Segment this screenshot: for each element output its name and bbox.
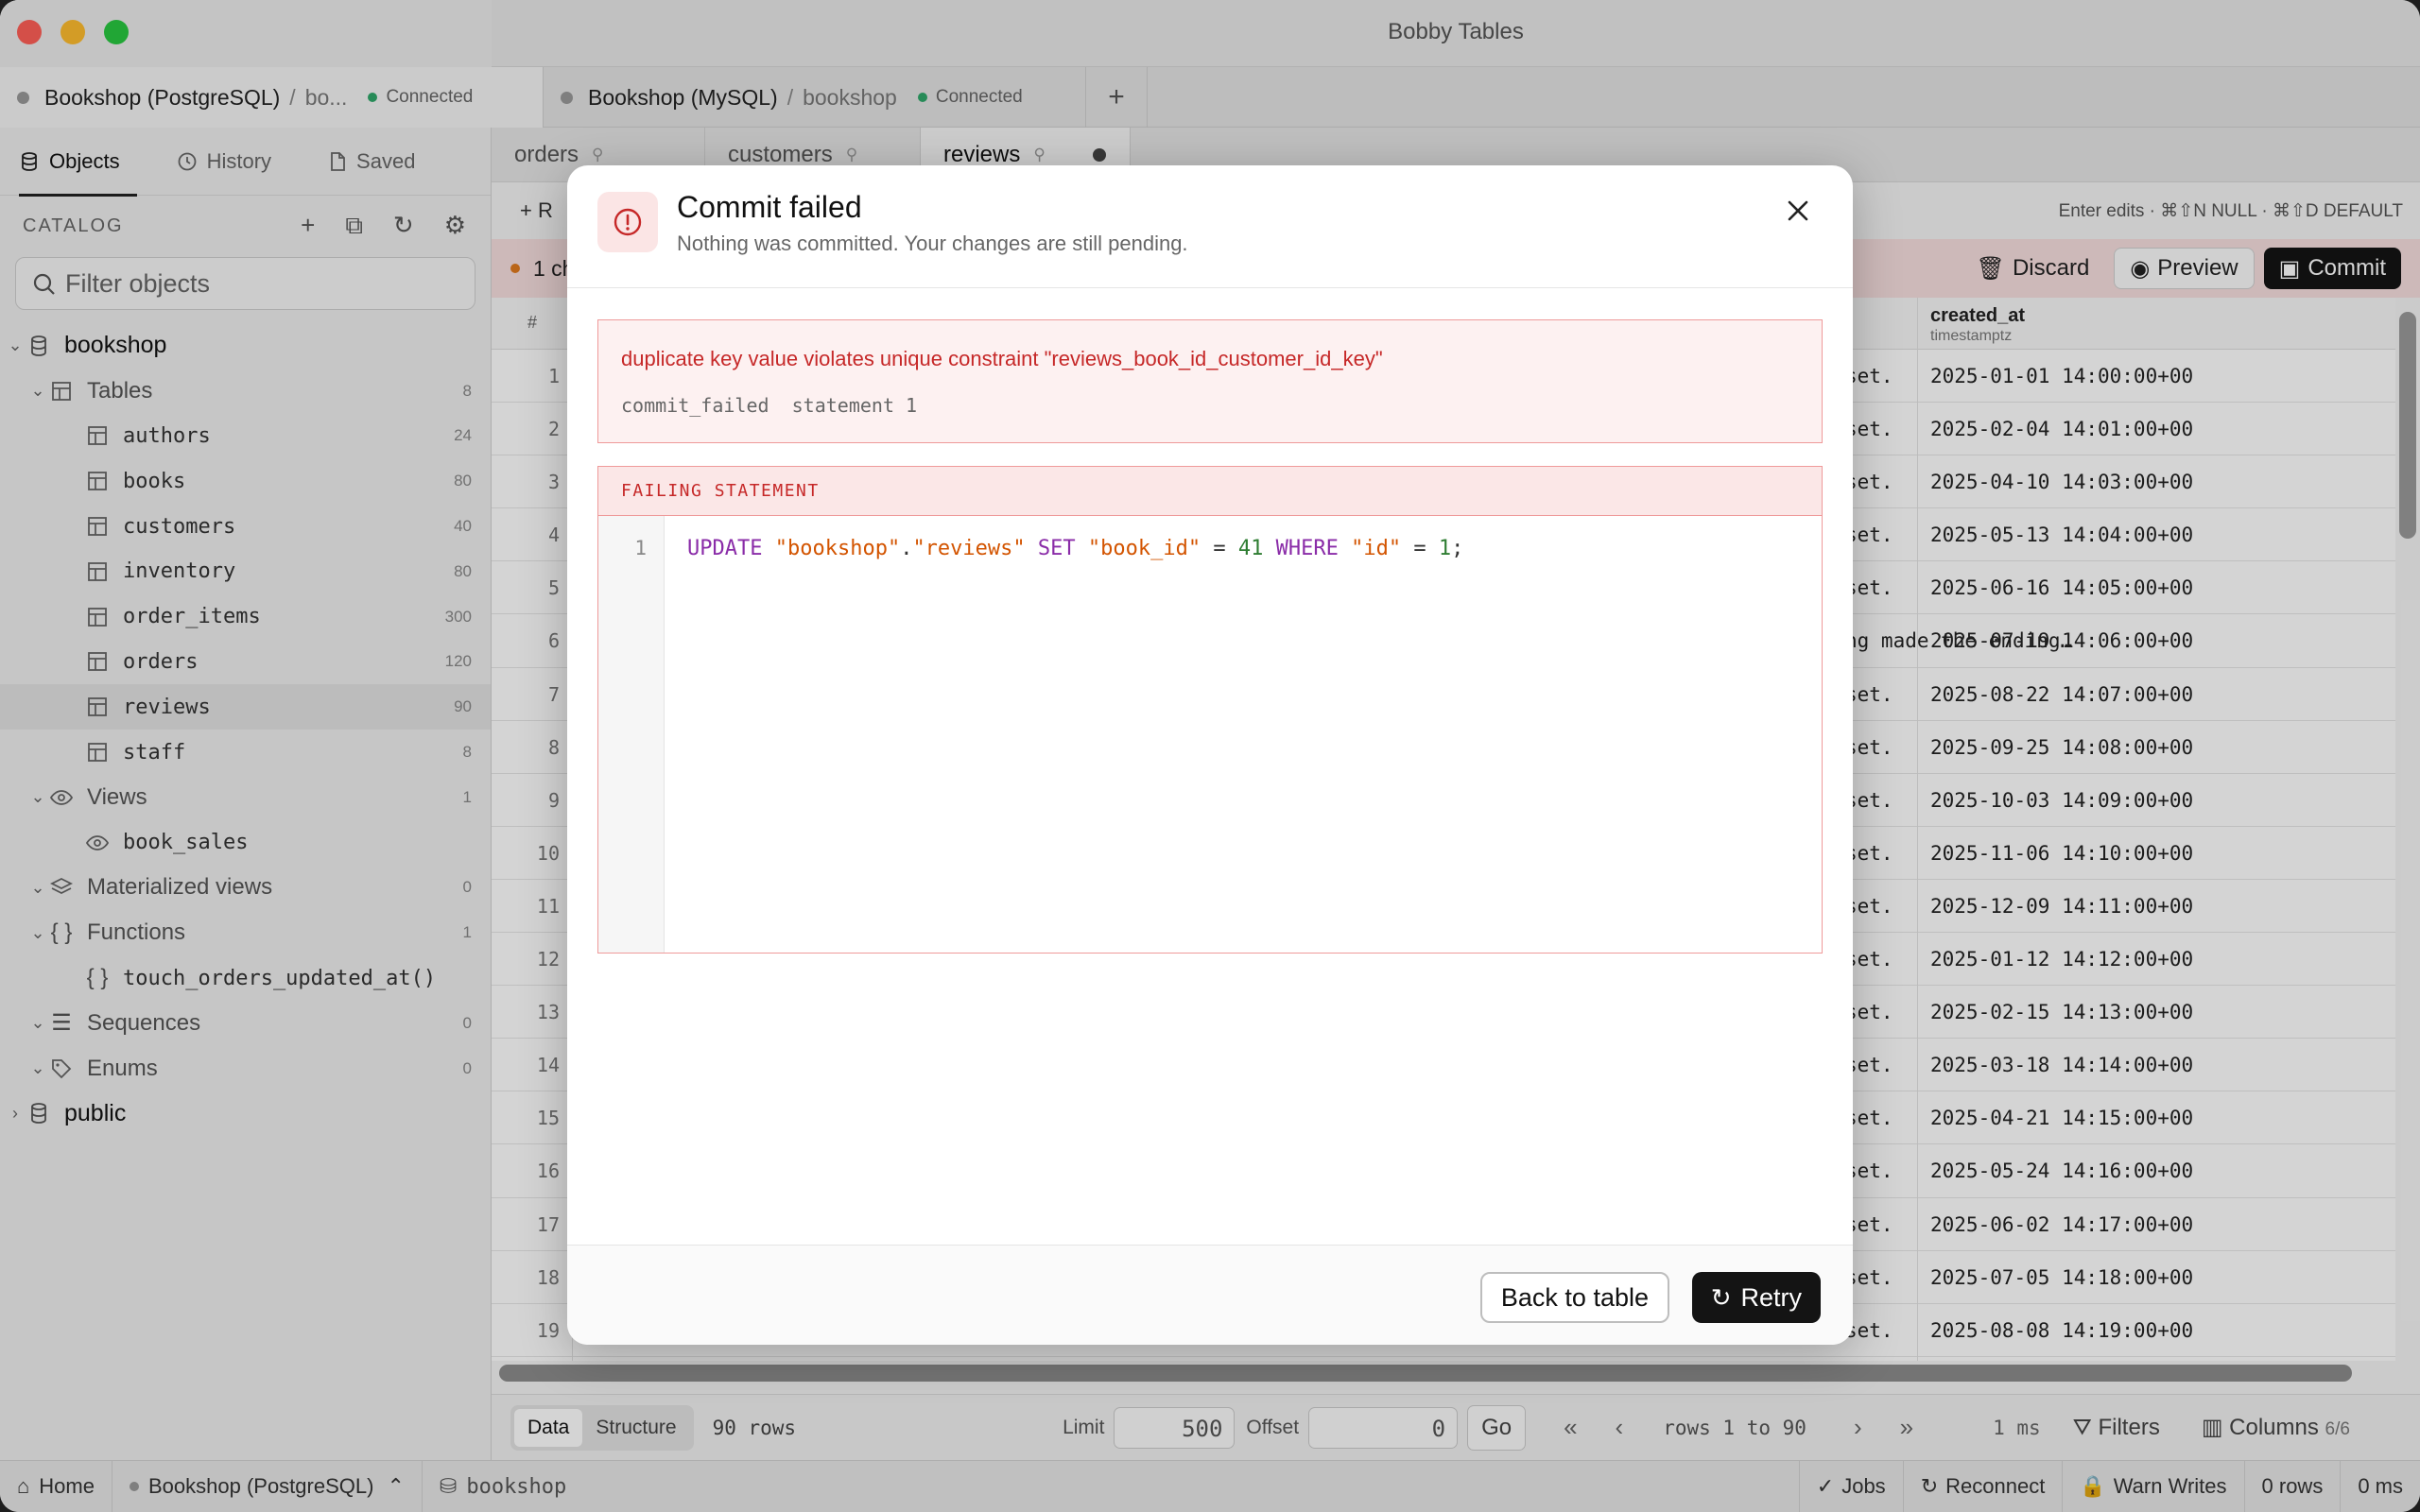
error-code: commit_failed — [621, 394, 769, 417]
dialog-footer: Back to table ↻ Retry — [567, 1245, 1853, 1345]
error-icon — [597, 192, 658, 252]
close-icon[interactable] — [1779, 192, 1817, 230]
failing-statement-label: FAILING STATEMENT — [598, 467, 1822, 516]
app-window: Bobby Tables Bookshop (PostgreSQL) / bo.… — [0, 0, 2420, 1512]
line-gutter: 1 — [598, 516, 665, 953]
error-meta: commit_failed statement 1 — [621, 394, 917, 417]
error-statement: statement 1 — [791, 394, 918, 417]
back-to-table-button[interactable]: Back to table — [1479, 1272, 1669, 1323]
dialog-title: Commit failed — [677, 190, 862, 224]
retry-button[interactable]: ↻ Retry — [1691, 1272, 1821, 1323]
dialog-subtitle: Nothing was committed. Your changes are … — [677, 232, 1188, 255]
failing-statement-box: FAILING STATEMENT 1 UPDATE "bookshop"."r… — [597, 466, 1823, 954]
error-message: duplicate key value violates unique cons… — [621, 347, 1383, 370]
line-number: 1 — [634, 537, 647, 559]
dialog-header: Commit failed Nothing was committed. You… — [567, 165, 1853, 288]
retry-icon: ↻ — [1710, 1282, 1732, 1312]
sql-code[interactable]: UPDATE "bookshop"."reviews" SET "book_id… — [687, 537, 1463, 560]
commit-failed-dialog: Commit failed Nothing was committed. You… — [567, 165, 1853, 1345]
error-box: duplicate key value violates unique cons… — [597, 319, 1823, 443]
